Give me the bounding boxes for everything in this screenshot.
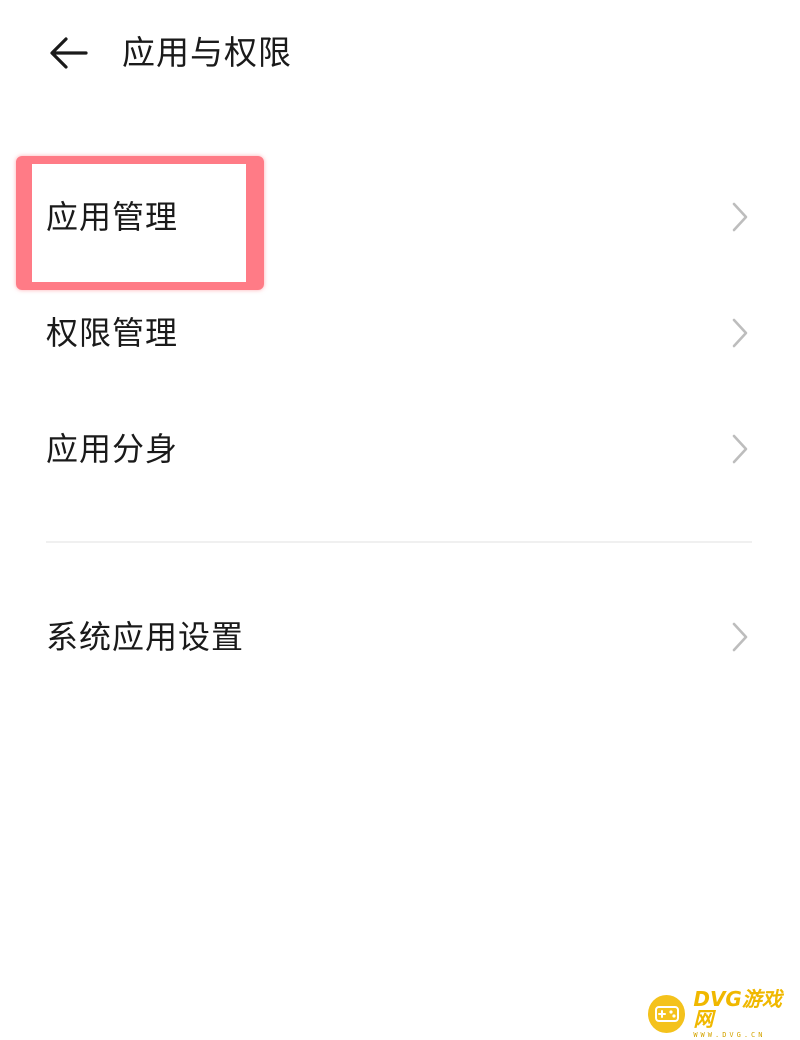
gamepad-icon: [648, 995, 686, 1033]
menu-item-app-clone[interactable]: 应用分身: [0, 399, 800, 499]
arrow-left-icon: [50, 37, 88, 69]
chevron-right-icon: [720, 197, 760, 237]
chevron-right-icon: [720, 313, 760, 353]
menu-item-label: 系统应用设置: [46, 618, 245, 656]
menu-item-label: 权限管理: [46, 314, 179, 352]
menu-item-app-management[interactable]: 应用管理: [0, 167, 800, 267]
watermark-brand: DVG游戏网: [693, 987, 782, 1031]
watermark: DVG游戏网 WWW.DVG.CN: [648, 989, 800, 1039]
menu-item-label: 应用分身: [46, 430, 179, 468]
chevron-right-icon: [720, 617, 760, 657]
menu-item-permission-management[interactable]: 权限管理: [0, 283, 800, 383]
menu-item-label: 应用管理: [46, 198, 179, 236]
section-divider: [46, 541, 752, 543]
page-title: 应用与权限: [122, 33, 292, 72]
app-header: 应用与权限: [0, 0, 800, 106]
back-button[interactable]: [40, 26, 98, 80]
chevron-right-icon: [720, 429, 760, 469]
watermark-url: WWW.DVG.CN: [693, 1031, 766, 1039]
menu-item-system-app-settings[interactable]: 系统应用设置: [0, 587, 800, 687]
